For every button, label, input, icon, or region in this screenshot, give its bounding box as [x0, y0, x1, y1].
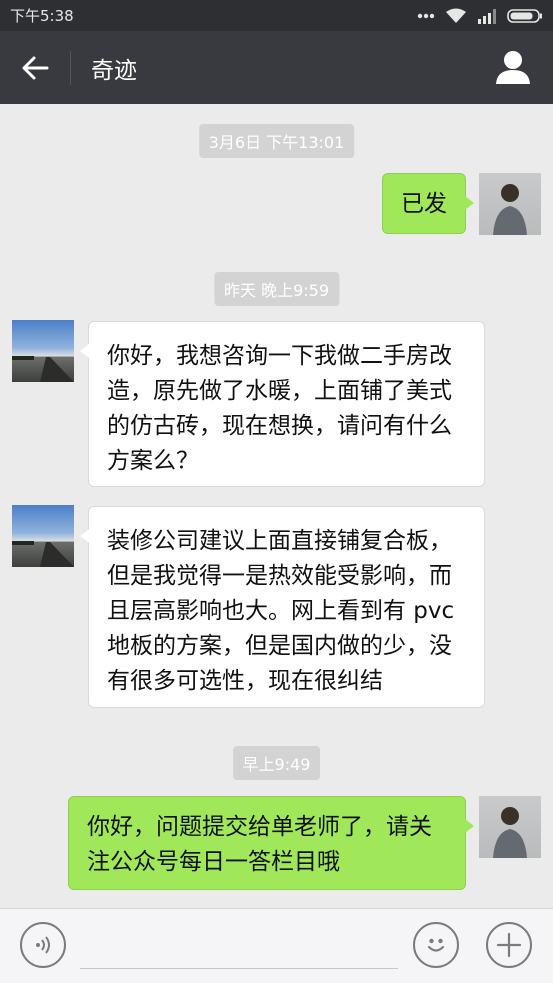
message-line: 有很多可选性，现在很纠结 — [107, 668, 383, 694]
message-line: 注公众号每日一答栏目哦 — [87, 849, 340, 875]
message-line: 地板的方案，但是国内做的少，没 — [107, 633, 452, 659]
status-time: 下午5:38 — [10, 7, 74, 25]
message-line: 装修公司建议上面直接铺复合板， — [107, 528, 452, 554]
message-line: 造，原先做了水暖，上面铺了美式 — [107, 378, 452, 404]
back-arrow-icon — [22, 56, 49, 79]
message-bubble-sent[interactable]: 已发 — [382, 173, 474, 234]
message-line: 但是我觉得一是热效能受影响，而 — [107, 563, 452, 589]
smiley-icon — [427, 938, 445, 952]
status-bar: 下午5:38 — [0, 0, 553, 31]
chat-header: 奇迹 — [0, 31, 553, 104]
message-timestamp: 3月6日 下午13:01 — [198, 124, 355, 158]
battery-icon — [507, 8, 542, 23]
message-timestamp: 昨天 晚上9:59 — [213, 272, 340, 306]
message-line: 你好，我想咨询一下我做二手房改 — [107, 343, 452, 369]
my-avatar[interactable] — [479, 796, 541, 858]
message-text: 已发 — [401, 191, 447, 217]
landscape-photo-icon — [12, 541, 74, 567]
message-timestamp: 早上9:49 — [232, 746, 321, 780]
more-options-button[interactable] — [486, 922, 532, 968]
my-avatar[interactable] — [479, 173, 541, 235]
landscape-photo-icon — [12, 356, 74, 382]
message-bubble-sent[interactable]: 你好，问题提交给单老师了，请关 注公众号每日一答栏目哦 — [68, 796, 474, 890]
message-bubble-received[interactable]: 装修公司建议上面直接铺复合板， 但是我觉得一是热效能受影响，而 且层高影响也大。… — [80, 506, 485, 708]
message-line: 你好，问题提交给单老师了，请关 — [87, 814, 432, 840]
back-button[interactable] — [0, 31, 70, 104]
user-photo-icon — [493, 807, 527, 858]
message-line: 方案么？ — [107, 448, 199, 474]
contact-avatar[interactable] — [12, 320, 74, 382]
header-divider — [70, 50, 71, 85]
voice-toggle-button[interactable] — [20, 922, 66, 968]
person-icon — [496, 51, 530, 84]
message-input[interactable] — [80, 968, 398, 969]
contact-avatar[interactable] — [12, 505, 74, 567]
more-dots-icon — [417, 13, 435, 18]
chat-info-button[interactable] — [495, 49, 531, 85]
signal-icon — [478, 8, 496, 24]
voice-icon — [36, 936, 50, 954]
message-line: 且层高影响也大。网上看到有 pvc — [107, 598, 455, 624]
status-icons — [417, 8, 543, 24]
input-bar — [0, 908, 553, 983]
wifi-icon — [446, 8, 466, 23]
plus-icon — [496, 932, 522, 958]
user-photo-icon — [493, 184, 527, 235]
emoji-button[interactable] — [413, 922, 459, 968]
chat-title: 奇迹 — [91, 57, 137, 84]
message-line: 的仿古砖，现在想换，请问有什么 — [107, 413, 452, 439]
message-bubble-received[interactable]: 你好，我想咨询一下我做二手房改 造，原先做了水暖，上面铺了美式 的仿古砖，现在想… — [80, 321, 485, 487]
